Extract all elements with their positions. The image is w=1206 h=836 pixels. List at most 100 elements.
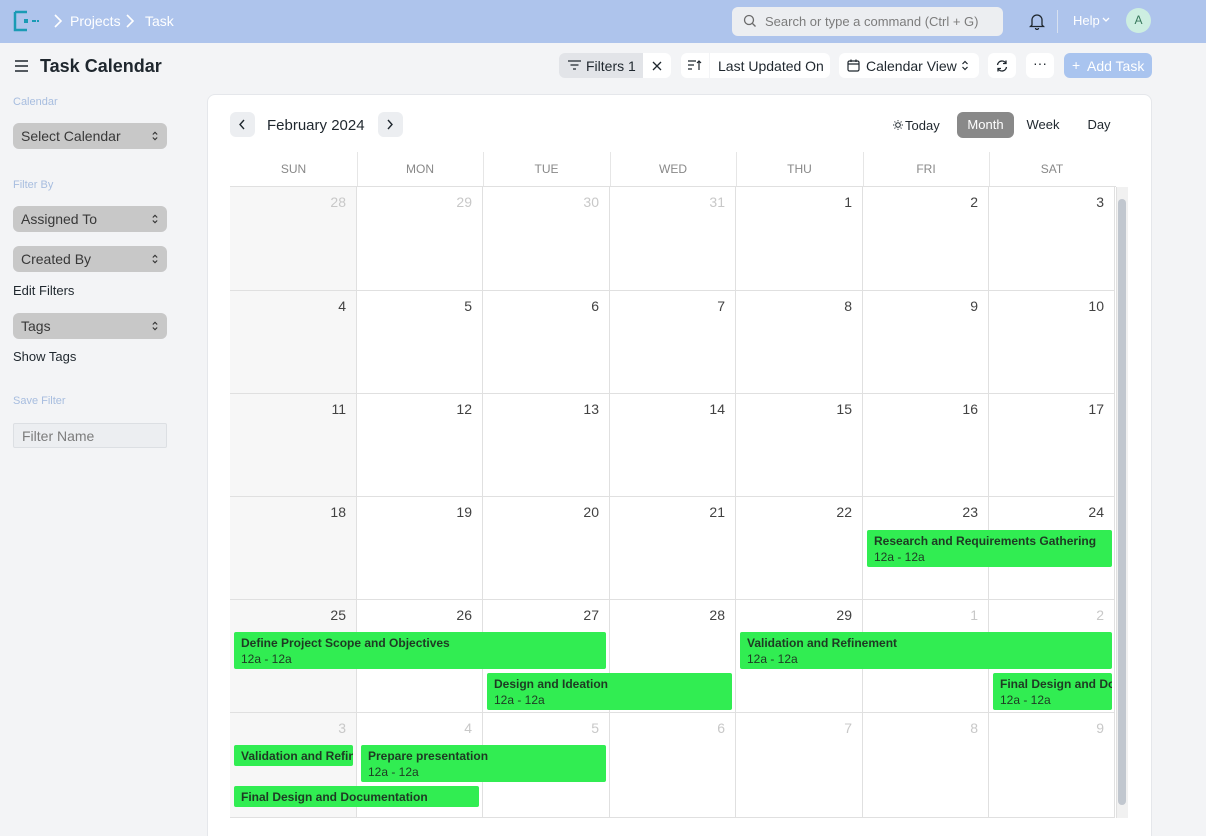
scrollbar-thumb[interactable] (1118, 199, 1126, 805)
day-number[interactable]: 8 (970, 720, 978, 736)
day-number[interactable]: 3 (1096, 194, 1104, 210)
day-number[interactable]: 12 (456, 401, 472, 417)
day-number[interactable]: 4 (338, 298, 346, 314)
day-number[interactable]: 15 (836, 401, 852, 417)
calendar-event[interactable]: Research and Requirements Gathering 12a -… (867, 530, 1112, 567)
day-number[interactable]: 24 (1088, 504, 1104, 520)
day-number[interactable]: 6 (591, 298, 599, 314)
created-by-filter[interactable]: Created By (13, 246, 167, 272)
day-number[interactable]: 16 (962, 401, 978, 417)
day-cell[interactable]: 4 (230, 291, 357, 394)
day-cell[interactable]: 8 (863, 713, 989, 818)
day-cell[interactable]: 14 (610, 394, 736, 497)
bell-icon[interactable] (1029, 12, 1045, 30)
day-cell[interactable]: 11 (230, 394, 357, 497)
day-number[interactable]: 25 (330, 607, 346, 623)
chevron-down-icon[interactable] (1102, 17, 1110, 23)
day-cell[interactable]: 6 (610, 713, 736, 818)
day-cell[interactable]: 10 (989, 291, 1115, 394)
day-cell[interactable]: 15 (736, 394, 863, 497)
day-number[interactable]: 27 (583, 607, 599, 623)
calendar-event[interactable]: Define Project Scope and Objectives 12a -… (234, 632, 606, 669)
day-cell[interactable]: 2 (863, 187, 989, 291)
sidebar-toggle-icon[interactable] (15, 60, 28, 72)
day-number[interactable]: 29 (836, 607, 852, 623)
day-cell[interactable]: 8 (736, 291, 863, 394)
calendar-event[interactable]: Final Design and Documentation 12a - 12a (993, 673, 1112, 710)
day-cell[interactable]: 7 (736, 713, 863, 818)
day-cell[interactable]: 19 (357, 497, 483, 600)
day-cell[interactable]: 3 (989, 187, 1115, 291)
day-cell[interactable]: 21 (610, 497, 736, 600)
filter-name-input[interactable] (13, 423, 167, 448)
day-number[interactable]: 2 (970, 194, 978, 210)
day-number[interactable]: 21 (709, 504, 725, 520)
day-number[interactable]: 5 (591, 720, 599, 736)
sort-order-button[interactable] (681, 53, 709, 78)
view-month-button[interactable]: Month (957, 112, 1014, 138)
day-cell[interactable]: 30 (483, 187, 610, 291)
day-cell[interactable]: 7 (610, 291, 736, 394)
calendar-event[interactable]: Design and Ideation 12a - 12a (487, 673, 732, 710)
day-number[interactable]: 2 (1096, 607, 1104, 623)
day-number[interactable]: 29 (456, 194, 472, 210)
next-month-button[interactable] (378, 112, 403, 137)
calendar-event[interactable]: Validation and Refinement 12a - 12a (740, 632, 1112, 669)
day-number[interactable]: 17 (1088, 401, 1104, 417)
app-logo-icon[interactable] (13, 10, 41, 32)
day-number[interactable]: 9 (1096, 720, 1104, 736)
day-number[interactable]: 30 (583, 194, 599, 210)
more-actions-button[interactable]: ··· (1026, 53, 1054, 78)
select-calendar-dropdown[interactable]: Select Calendar (13, 123, 167, 149)
breadcrumb-task[interactable]: Task (145, 13, 174, 29)
day-number[interactable]: 8 (844, 298, 852, 314)
day-cell[interactable]: 17 (989, 394, 1115, 497)
day-cell[interactable]: 16 (863, 394, 989, 497)
day-number[interactable]: 23 (962, 504, 978, 520)
day-cell[interactable]: 28 (230, 187, 357, 291)
day-cell[interactable]: 12 (357, 394, 483, 497)
refresh-button[interactable] (988, 53, 1016, 78)
day-number[interactable]: 11 (331, 401, 346, 417)
day-cell[interactable]: 31 (610, 187, 736, 291)
day-number[interactable]: 10 (1088, 298, 1104, 314)
avatar[interactable]: A (1126, 8, 1151, 33)
calendar-event[interactable]: Final Design and Documentation (234, 786, 479, 807)
search-bar[interactable]: Search or type a command (Ctrl + G) (732, 7, 1003, 36)
day-cell[interactable]: 1 (736, 187, 863, 291)
day-number[interactable]: 19 (456, 504, 472, 520)
day-number[interactable]: 20 (583, 504, 599, 520)
day-number[interactable]: 5 (464, 298, 472, 314)
day-number[interactable]: 28 (709, 607, 725, 623)
day-number[interactable]: 14 (709, 401, 725, 417)
clear-filters-button[interactable] (643, 53, 671, 78)
day-number[interactable]: 7 (844, 720, 852, 736)
day-cell[interactable]: 20 (483, 497, 610, 600)
day-number[interactable]: 31 (709, 194, 725, 210)
day-cell[interactable]: 18 (230, 497, 357, 600)
show-tags-link[interactable]: Show Tags (13, 349, 76, 364)
day-number[interactable]: 6 (717, 720, 725, 736)
calendar-event[interactable]: Prepare presentation 12a - 12a (361, 745, 606, 782)
day-number[interactable]: 1 (970, 607, 978, 623)
day-number[interactable]: 22 (836, 504, 852, 520)
day-cell[interactable]: 6 (483, 291, 610, 394)
filters-button[interactable]: Filters 1 (559, 53, 643, 78)
day-number[interactable]: 13 (583, 401, 599, 417)
view-day-button[interactable]: Day (1077, 112, 1121, 138)
sort-by-button[interactable]: Last Updated On (710, 53, 830, 78)
day-cell[interactable]: 13 (483, 394, 610, 497)
day-number[interactable]: 28 (330, 194, 346, 210)
calendar-view-select[interactable]: Calendar View (839, 53, 979, 78)
calendar-event[interactable]: Validation and Refinement (234, 745, 353, 766)
add-task-button[interactable]: + Add Task (1064, 53, 1152, 78)
day-cell[interactable]: 9 (863, 291, 989, 394)
day-number[interactable]: 1 (844, 194, 852, 210)
edit-filters-link[interactable]: Edit Filters (13, 283, 74, 298)
tags-filter[interactable]: Tags (13, 313, 167, 339)
day-cell[interactable]: 9 (989, 713, 1115, 818)
day-number[interactable]: 7 (717, 298, 725, 314)
day-number[interactable]: 3 (338, 720, 346, 736)
help-menu[interactable]: Help (1073, 13, 1100, 28)
assigned-to-filter[interactable]: Assigned To (13, 206, 167, 232)
